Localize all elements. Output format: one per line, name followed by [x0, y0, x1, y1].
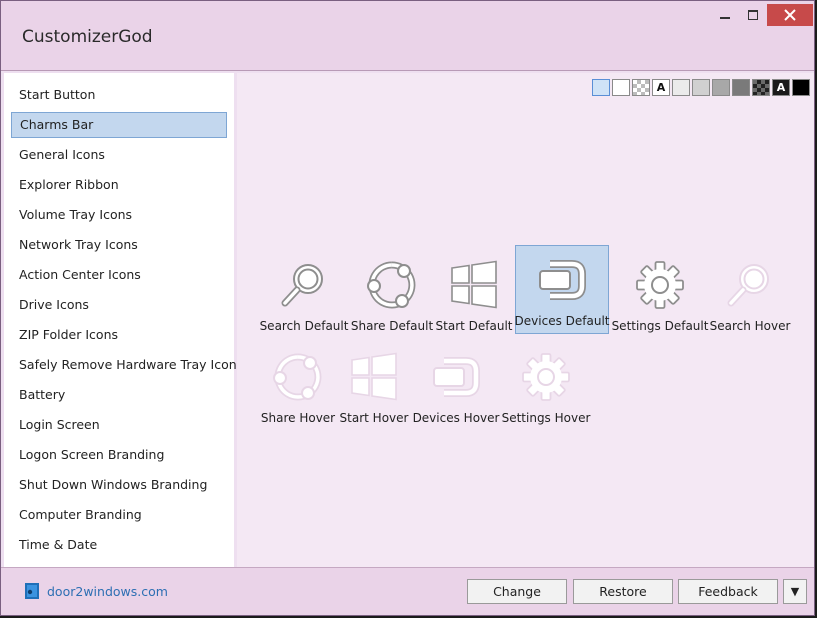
- search-hover-tile[interactable]: Search Hover: [710, 257, 790, 333]
- swatch-8[interactable]: [752, 79, 770, 96]
- start-hover-tile[interactable]: Start Hover: [339, 349, 409, 425]
- app-title: CustomizerGod: [22, 27, 153, 47]
- windows-start-icon: [346, 349, 402, 405]
- search-icon: [722, 257, 778, 313]
- maximize-button[interactable]: [741, 4, 765, 26]
- sidebar-item-computer-branding[interactable]: Computer Branding: [11, 502, 227, 528]
- feedback-button[interactable]: Feedback: [678, 579, 778, 604]
- devices-hover-tile[interactable]: Devices Hover: [413, 349, 499, 425]
- sidebar-item-explorer-ribbon[interactable]: Explorer Ribbon: [11, 172, 227, 198]
- windows-start-icon: [446, 257, 502, 313]
- icon-label: Devices Hover: [412, 411, 500, 425]
- devices-default-tile[interactable]: Devices Default: [515, 245, 609, 334]
- start-default-tile[interactable]: Start Default: [435, 257, 513, 333]
- app-window: CustomizerGod Start Button Charms Bar Gene…: [0, 0, 815, 616]
- change-button[interactable]: Change: [467, 579, 567, 604]
- sidebar-item-action-center-icons[interactable]: Action Center Icons: [11, 262, 227, 288]
- icon-label: Share Hover: [260, 411, 336, 425]
- swatch-6[interactable]: [712, 79, 730, 96]
- icon-label: Share Default: [350, 319, 434, 333]
- dropdown-arrow-button[interactable]: ▼: [783, 579, 807, 604]
- icon-label: Search Default: [259, 319, 349, 333]
- sidebar-item-drive-icons[interactable]: Drive Icons: [11, 292, 227, 318]
- sidebar-item-network-tray-icons[interactable]: Network Tray Icons: [11, 232, 227, 258]
- sidebar-item-logon-screen-branding[interactable]: Logon Screen Branding: [11, 442, 227, 468]
- swatch-4[interactable]: [672, 79, 690, 96]
- footer: door2windows.com Change Restore Feedback…: [1, 567, 814, 615]
- sidebar-item-shut-down-windows-branding[interactable]: Shut Down Windows Branding: [11, 472, 227, 498]
- door2windows-logo-icon: [25, 583, 39, 599]
- sidebar-item-time-date[interactable]: Time & Date: [11, 532, 227, 558]
- swatch-0[interactable]: [592, 79, 610, 96]
- devices-icon: [428, 349, 484, 405]
- swatch-3[interactable]: A: [652, 79, 670, 96]
- swatch-2[interactable]: [632, 79, 650, 96]
- sidebar-item-login-screen[interactable]: Login Screen: [11, 412, 227, 438]
- background-swatches: AA: [592, 79, 812, 96]
- icon-label: Settings Hover: [501, 411, 591, 425]
- share-icon: [270, 349, 326, 405]
- settings-default-tile[interactable]: Settings Default: [612, 257, 708, 333]
- swatch-1[interactable]: [612, 79, 630, 96]
- sidebar-item-zip-folder-icons[interactable]: ZIP Folder Icons: [11, 322, 227, 348]
- close-icon: [784, 9, 796, 21]
- icon-label: Search Hover: [709, 319, 791, 333]
- close-button[interactable]: [767, 4, 813, 26]
- minimize-icon: [720, 17, 730, 19]
- swatch-10[interactable]: [792, 79, 810, 96]
- share-hover-tile[interactable]: Share Hover: [260, 349, 336, 425]
- door2windows-link[interactable]: door2windows.com: [23, 582, 168, 600]
- sidebar-item-safely-remove-hardware-tray-icon[interactable]: Safely Remove Hardware Tray Icon: [11, 352, 237, 378]
- sidebar-item-volume-tray-icons[interactable]: Volume Tray Icons: [11, 202, 227, 228]
- icon-label: Devices Default: [514, 314, 610, 328]
- maximize-icon: [748, 10, 758, 20]
- swatch-9[interactable]: A: [772, 79, 790, 96]
- restore-button[interactable]: Restore: [573, 579, 673, 604]
- settings-hover-tile[interactable]: Settings Hover: [502, 349, 590, 425]
- icon-label: Settings Default: [611, 319, 709, 333]
- icon-label: Start Default: [435, 319, 513, 333]
- share-icon: [364, 257, 420, 313]
- gear-icon: [518, 349, 574, 405]
- search-default-tile[interactable]: Search Default: [260, 257, 348, 333]
- swatch-5[interactable]: [692, 79, 710, 96]
- sidebar-item-charms-bar[interactable]: Charms Bar: [11, 112, 227, 138]
- sidebar-item-start-button[interactable]: Start Button: [11, 82, 227, 108]
- devices-icon: [534, 252, 590, 308]
- sidebar-item-battery[interactable]: Battery: [11, 382, 227, 408]
- share-default-tile[interactable]: Share Default: [350, 257, 434, 333]
- main-panel: AA Search Default Share Default Start De…: [237, 73, 814, 567]
- minimize-button[interactable]: [713, 4, 737, 26]
- sidebar: Start Button Charms Bar General Icons Explo…: [4, 73, 237, 567]
- icon-label: Start Hover: [339, 411, 409, 425]
- swatch-7[interactable]: [732, 79, 750, 96]
- logo-text: door2windows.com: [47, 583, 168, 599]
- sidebar-item-general-icons[interactable]: General Icons: [11, 142, 227, 168]
- search-icon: [276, 257, 332, 313]
- title-bar: CustomizerGod: [1, 1, 814, 71]
- gear-icon: [632, 257, 688, 313]
